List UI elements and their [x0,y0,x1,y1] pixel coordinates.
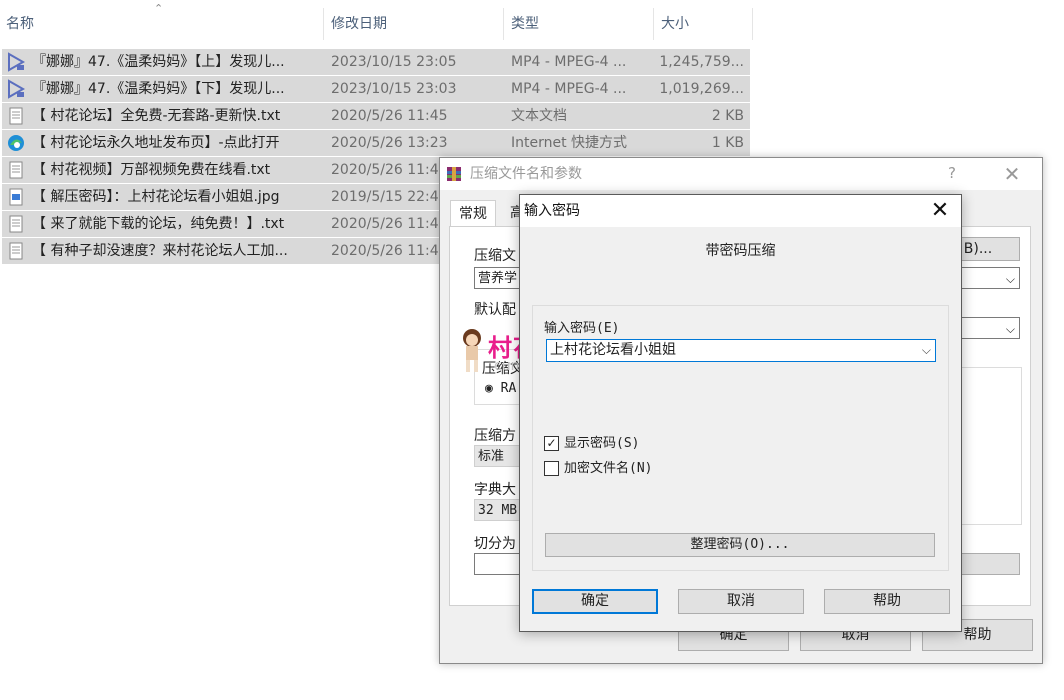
show-password-checkbox[interactable]: ✓ 显示密码(S) [544,435,639,453]
default-profile-label: 默认配 [474,302,516,318]
image-file-icon [6,187,26,207]
dialog-title: 压缩文件名和参数 [470,166,582,182]
checkbox-unchecked-icon[interactable] [544,460,559,476]
archive-name-label: 压缩文 [474,248,516,264]
file-type: 文本文档 [511,108,567,124]
file-row[interactable]: 【 村花论坛】全免费-无套路-更新快.txt 2020/5/26 11:45 文本文… [2,103,750,129]
sort-ascending-icon: ⌃ [154,2,164,15]
file-modified: 2023/10/15 23:05 [331,54,457,70]
column-header-type[interactable]: 类型 [505,0,653,48]
file-name: 【 村花论坛】全免费-无套路-更新快.txt [32,108,281,124]
file-row[interactable]: 『娜娜』47.《温柔妈妈》【上】发现儿... 2023/10/15 23:05 MP… [2,49,750,75]
text-file-icon [6,106,26,126]
format-rar-radio[interactable]: ◉ RA [485,381,516,396]
password-value: 上村花论坛看小姐姐 [550,342,676,358]
ok-button[interactable]: 确定 [532,589,658,614]
dictionary-label: 字典大 [474,482,516,498]
password-input[interactable]: 上村花论坛看小姐姐 ⌵ [546,339,936,362]
dialog-heading: 带密码压缩 [705,243,776,259]
help-icon[interactable]: ? [948,164,956,182]
close-icon[interactable]: ✕ [996,158,1028,190]
checkbox-checked-icon[interactable]: ✓ [544,435,559,451]
file-type: MP4 - MPEG-4 ... [511,81,627,97]
girl-mascot-icon [463,329,481,372]
text-file-icon [6,214,26,234]
help-button[interactable]: 帮助 [824,589,950,614]
password-label: 输入密码(E) [544,321,620,336]
file-name: 『娜娜』47.《温柔妈妈》【上】发现儿... [32,54,285,70]
organize-passwords-button[interactable]: 整理密码(O)... [545,533,935,557]
edge-shortcut-icon [6,133,26,153]
password-dialog: 输入密码 ✕ 带密码压缩 输入密码(E) 上村花论坛看小姐姐 ⌵ ✓ 显示密码(S… [519,194,962,632]
file-name: 『娜娜』47.《温柔妈妈》【下】发现儿... [32,81,285,97]
file-row[interactable]: 【 村花论坛永久地址发布页】-点此打开 2020/5/26 13:23 Intern… [2,130,750,156]
dialog-titlebar[interactable]: 输入密码 ✕ [520,195,961,227]
column-divider[interactable] [653,8,654,40]
file-row[interactable]: 『娜娜』47.《温柔妈妈》【下】发现儿... 2023/10/15 23:03 MP… [2,76,750,102]
file-name: 【 村花视频】万部视频免费在线看.txt [32,162,271,178]
file-size: 1,245,759... [659,54,744,70]
file-type: MP4 - MPEG-4 ... [511,54,627,70]
tab-general[interactable]: 常规 [450,200,496,227]
file-name: 【 解压密码】：上村花论坛看小姐姐.jpg [32,189,280,205]
text-file-icon [6,241,26,261]
video-file-icon [6,79,26,99]
file-size: 1,019,269... [659,81,744,97]
file-size: 2 KB [711,108,744,124]
column-divider[interactable] [752,8,753,40]
winrar-icon [447,167,461,181]
column-divider[interactable] [503,8,504,40]
chevron-down-icon[interactable]: ⌵ [1006,318,1015,340]
file-type: Internet 快捷方式 [511,135,628,151]
text-file-icon [6,160,26,180]
method-label: 压缩方 [474,428,516,444]
file-modified: 2023/10/15 23:03 [331,81,457,97]
chevron-down-icon[interactable]: ⌵ [922,340,931,361]
file-size: 1 KB [711,135,744,151]
split-label: 切分为 [474,536,516,552]
column-header-size[interactable]: 大小 [655,0,751,48]
file-name: 【 来了就能下载的论坛，纯免费！】.txt [32,216,285,232]
file-name: 【 有种子却没速度？来村花论坛人工加... [32,243,288,259]
file-modified: 2020/5/26 13:23 [331,135,448,151]
cancel-button[interactable]: 取消 [678,589,804,614]
file-name: 【 村花论坛永久地址发布页】-点此打开 [32,135,280,151]
close-icon[interactable]: ✕ [924,195,956,227]
dialog-titlebar[interactable]: 压缩文件名和参数 ? ✕ [440,158,1042,190]
video-file-icon [6,52,26,72]
archive-name-value: 营养学 [478,271,518,286]
column-header-modified[interactable]: 修改日期 [325,0,503,48]
encrypt-filenames-checkbox[interactable]: 加密文件名(N) [544,460,652,478]
dialog-title: 输入密码 [524,203,580,219]
file-modified: 2020/5/26 11:45 [331,108,448,124]
radio-selected-icon: ◉ [485,381,493,396]
chevron-down-icon[interactable]: ⌵ [1006,268,1015,290]
column-divider[interactable] [323,8,324,40]
